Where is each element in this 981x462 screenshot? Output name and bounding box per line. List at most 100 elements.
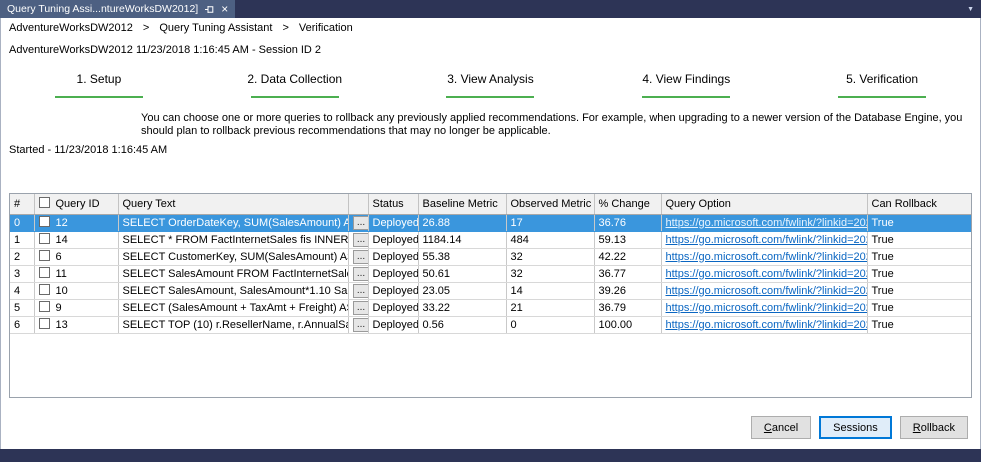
row-checkbox[interactable]: [38, 267, 50, 279]
col-header-baseline-metric[interactable]: Baseline Metric: [418, 194, 507, 215]
steps: 1. Setup 2. Data Collection 3. View Anal…: [1, 72, 980, 98]
baseline-metric-cell: 26.88: [418, 214, 507, 232]
observed-metric-cell: 32: [506, 265, 595, 283]
select-all-checkbox[interactable]: [38, 197, 50, 209]
row-checkbox[interactable]: [38, 284, 50, 296]
pct-change-cell: 39.26: [594, 282, 662, 300]
pct-change-cell: 59.13: [594, 231, 662, 249]
main-content: AdventureWorksDW2012 > Query Tuning Assist…: [0, 18, 981, 449]
table-row[interactable]: 0 12 SELECT OrderDateKey, SUM(SalesAmoun…: [10, 214, 971, 232]
col-header-observed-metric[interactable]: Observed Metric: [506, 194, 595, 215]
query-text-expand-button[interactable]: ...: [352, 232, 367, 247]
breadcrumb-item-1[interactable]: AdventureWorksDW2012: [9, 22, 133, 34]
col-header-status[interactable]: Status: [368, 194, 419, 215]
baseline-metric-cell: 33.22: [418, 299, 507, 317]
row-checkbox[interactable]: [38, 301, 50, 313]
table-row[interactable]: 3 11 SELECT SalesAmount FROM FactInterne…: [10, 265, 971, 283]
wizard-step-label: 1. Setup: [76, 72, 122, 86]
query-option-link[interactable]: https://go.microsoft.com/fwlink/?linkid=…: [666, 285, 867, 297]
row-checkbox[interactable]: [38, 233, 50, 245]
baseline-metric-cell: 55.38: [418, 248, 507, 266]
baseline-metric-cell: 1184.14: [418, 231, 507, 249]
qta-window: Query Tuning Assi...ntureWorksDW2012] × …: [0, 0, 981, 462]
query-option-link[interactable]: https://go.microsoft.com/fwlink/?linkid=…: [666, 217, 867, 229]
wizard-step: 2. Data Collection: [197, 72, 393, 98]
observed-metric-cell: 21: [506, 299, 595, 317]
document-tab[interactable]: Query Tuning Assi...ntureWorksDW2012] ×: [0, 0, 236, 18]
results-grid: # Query ID Query Text Status Baseline Me…: [9, 193, 972, 398]
query-option-link[interactable]: https://go.microsoft.com/fwlink/?linkid=…: [666, 251, 867, 263]
pct-change-cell: 36.77: [594, 265, 662, 283]
can-rollback-cell: True: [867, 282, 971, 300]
row-number-cell: 2: [10, 248, 35, 266]
can-rollback-cell: True: [867, 248, 971, 266]
query-text-expand-button[interactable]: ...: [352, 215, 367, 230]
status-cell: Deployed: [368, 299, 419, 317]
query-text-cell: SELECT (SalesAmount + TaxAmt + Freight) …: [118, 299, 349, 317]
breadcrumb-separator: >: [282, 22, 289, 34]
wizard-step: 1. Setup: [1, 72, 197, 98]
breadcrumb-item-3: Verification: [298, 22, 353, 34]
query-text-expand-button[interactable]: ...: [352, 317, 367, 332]
query-id-value: 9: [55, 301, 62, 314]
status-cell: Deployed: [368, 282, 419, 300]
page-description: You can choose one or more queries to ro…: [141, 112, 963, 137]
table-row[interactable]: 4 10 SELECT SalesAmount, SalesAmount*1.1…: [10, 282, 971, 300]
query-option-link[interactable]: https://go.microsoft.com/fwlink/?linkid=…: [666, 268, 867, 280]
observed-metric-cell: 17: [506, 214, 595, 232]
col-header-query-id-label: Query ID: [55, 197, 100, 210]
baseline-metric-cell: 50.61: [418, 265, 507, 283]
table-row[interactable]: 5 9 SELECT (SalesAmount + TaxAmt + Freig…: [10, 299, 971, 317]
wizard-step-underline: [446, 96, 535, 98]
table-header-row: # Query ID Query Text Status Baseline Me…: [10, 194, 971, 215]
row-checkbox[interactable]: [38, 250, 50, 262]
query-option-link[interactable]: https://go.microsoft.com/fwlink/?linkid=…: [666, 234, 867, 246]
wizard-step-label: 5. Verification: [846, 72, 919, 86]
title-bar: Query Tuning Assi...ntureWorksDW2012] × …: [0, 0, 981, 18]
row-checkbox[interactable]: [38, 216, 50, 228]
query-id-cell: 13: [34, 316, 119, 334]
query-text-cell: SELECT OrderDateKey, SUM(SalesAmount) AS…: [118, 214, 349, 232]
row-number-cell: 6: [10, 316, 35, 334]
observed-metric-cell: 14: [506, 282, 595, 300]
breadcrumb-item-2[interactable]: Query Tuning Assistant: [159, 22, 272, 34]
ellipsis-cell: ...: [348, 265, 369, 283]
can-rollback-cell: True: [867, 265, 971, 283]
col-header-rownum[interactable]: #: [10, 194, 35, 215]
rollback-button[interactable]: Rollback: [899, 416, 968, 439]
pct-change-cell: 36.79: [594, 299, 662, 317]
wizard-step-label: 4. View Findings: [642, 72, 731, 86]
col-header-pct-change[interactable]: % Change: [594, 194, 662, 215]
dropdown-caret-icon[interactable]: ▼: [967, 6, 981, 13]
status-cell: Deployed: [368, 214, 419, 232]
query-text-expand-button[interactable]: ...: [352, 266, 367, 281]
table-row[interactable]: 6 13 SELECT TOP (10) r.ResellerName, r.A…: [10, 316, 971, 334]
query-text-expand-button[interactable]: ...: [352, 283, 367, 298]
row-checkbox[interactable]: [38, 318, 50, 330]
close-icon[interactable]: ×: [221, 3, 228, 15]
row-number-cell: 3: [10, 265, 35, 283]
ellipsis-cell: ...: [348, 231, 369, 249]
pin-icon[interactable]: [205, 5, 214, 14]
tab-title: Query Tuning Assi...ntureWorksDW2012]: [7, 3, 199, 15]
observed-metric-cell: 0: [506, 316, 595, 334]
query-option-link[interactable]: https://go.microsoft.com/fwlink/?linkid=…: [666, 302, 867, 314]
query-id-value: 14: [55, 233, 68, 246]
query-text-expand-button[interactable]: ...: [352, 300, 367, 315]
wizard-step-underline: [642, 96, 731, 98]
col-header-query-id[interactable]: Query ID: [34, 194, 119, 215]
query-id-cell: 11: [34, 265, 119, 283]
col-header-query-option[interactable]: Query Option: [661, 194, 868, 215]
query-option-link[interactable]: https://go.microsoft.com/fwlink/?linkid=…: [666, 319, 867, 331]
wizard-step-underline: [54, 96, 143, 98]
cancel-button[interactable]: Cancel: [750, 416, 812, 439]
sessions-button[interactable]: Sessions: [819, 416, 892, 439]
query-id-cell: 10: [34, 282, 119, 300]
query-text-expand-button[interactable]: ...: [352, 249, 367, 264]
table-row[interactable]: 1 14 SELECT * FROM FactInternetSales fis…: [10, 231, 971, 249]
query-id-value: 6: [55, 250, 62, 263]
table-row[interactable]: 2 6 SELECT CustomerKey, SUM(SalesAmount)…: [10, 248, 971, 266]
col-header-query-text[interactable]: Query Text: [118, 194, 349, 215]
col-header-can-rollback[interactable]: Can Rollback: [867, 194, 971, 215]
col-header-ellipsis: [348, 194, 369, 215]
